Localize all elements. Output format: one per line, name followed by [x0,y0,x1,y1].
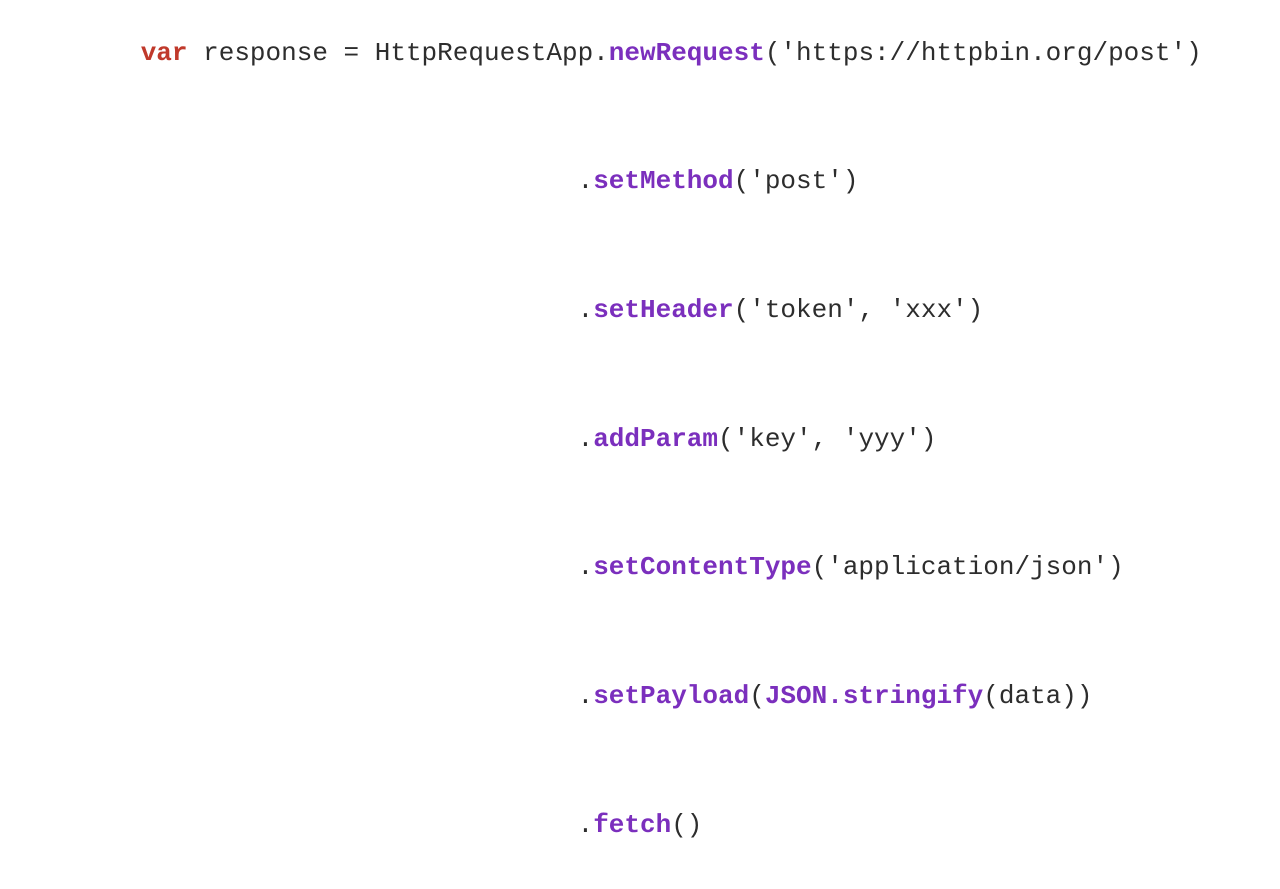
code-indent-5: . [141,552,593,582]
code-args-5: ('application/json') [812,552,1124,582]
code-args-6a: ( [749,681,765,711]
code-indent-3: . [141,295,593,325]
method-setmethod: setMethod [593,166,733,196]
code-line-3: .setHeader('token', 'xxx') [78,246,1201,375]
method-setpayload: setPayload [593,681,749,711]
code-indent-2: . [141,166,593,196]
code-args-3: ('token', 'xxx') [734,295,984,325]
code-args-7: () [671,810,702,840]
method-setcontenttype: setContentType [593,552,811,582]
code-line-1: var response = HttpRequestApp.newRequest… [78,0,1201,117]
code-example: var response = HttpRequestApp.newRequest… [78,0,1201,889]
code-args-6b: (data)) [983,681,1092,711]
code-line-5: .setContentType('application/json') [78,503,1201,632]
code-line-2: .setMethod('post') [78,117,1201,246]
code-plain-1: response = HttpRequestApp. [188,38,609,68]
method-addparam: addParam [593,424,718,454]
code-args-2: ('post') [734,166,859,196]
method-setheader: setHeader [593,295,733,325]
code-indent-7: . [141,810,593,840]
code-indent-6: . [141,681,593,711]
method-jsonstringify: JSON.stringify [765,681,983,711]
code-args-1: ('https://httpbin.org/post') [765,38,1202,68]
code-line-6: .setPayload(JSON.stringify(data)) [78,632,1201,761]
code-indent-4: . [141,424,593,454]
code-line-4: .addParam('key', 'yyy') [78,375,1201,504]
keyword-var: var [141,38,188,68]
method-fetch: fetch [593,810,671,840]
code-line-7: .fetch() [78,761,1201,889]
method-newrequest: newRequest [609,38,765,68]
code-args-4: ('key', 'yyy') [718,424,936,454]
